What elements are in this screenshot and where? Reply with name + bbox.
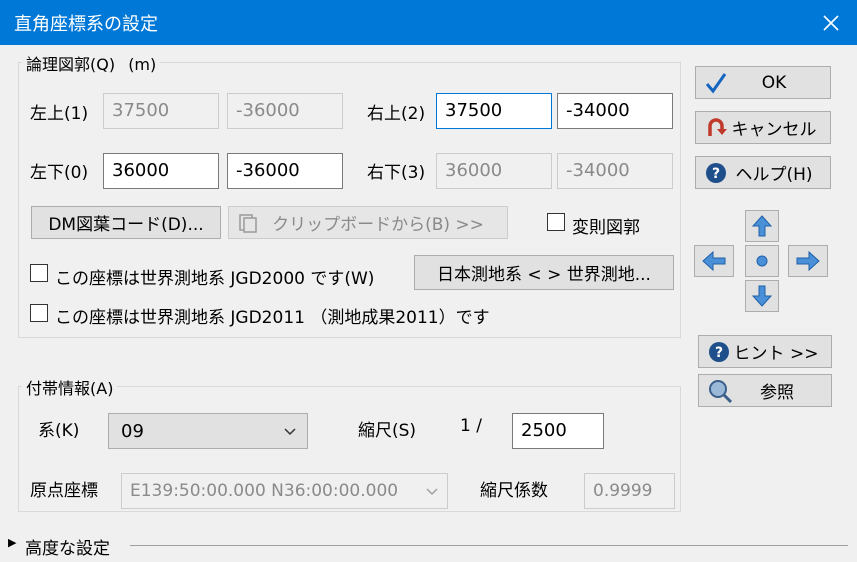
irregular-frame-label: 変則図郭 <box>572 218 640 238</box>
help-icon: ? <box>706 162 726 183</box>
jgd2000-checkbox[interactable] <box>30 264 48 282</box>
scale-factor-field[interactable]: 0.9999 <box>584 473 675 509</box>
hint-button[interactable]: ? ヒント >> <box>698 335 832 368</box>
irregular-frame-checkbox[interactable] <box>547 213 565 231</box>
origin-select-value: E139:50:00.000 N36:00:00.000 <box>130 481 399 501</box>
svg-text:?: ? <box>712 166 720 182</box>
cancel-button[interactable]: キャンセル <box>695 111 831 144</box>
clipboard-button-label: クリップボードから(B) >> <box>272 215 484 235</box>
close-icon[interactable] <box>815 7 847 39</box>
bottom-left-label: 左下(0) <box>30 163 89 183</box>
cancel-button-label: キャンセル <box>731 120 817 140</box>
chevron-down-icon <box>284 428 296 436</box>
expand-arrow-icon[interactable]: ▶ <box>8 536 16 549</box>
unit-label: (m) <box>128 55 157 74</box>
arrow-down-button[interactable] <box>745 280 779 312</box>
jgd2011-checkbox[interactable] <box>30 304 48 322</box>
advanced-settings-toggle[interactable]: 高度な設定 <box>25 534 110 559</box>
close-button[interactable] <box>815 7 847 39</box>
center-dot-icon <box>756 255 768 267</box>
help-button[interactable]: ? ヘルプ(H) <box>695 156 831 189</box>
logical-frame-title: 論理図郭(Q) <box>26 55 116 74</box>
scale-label: 縮尺(S) <box>358 421 417 441</box>
arrow-down-icon <box>752 285 772 307</box>
top-left-label: 左上(1) <box>30 104 89 124</box>
datum-convert-button[interactable]: 日本測地系 < > 世界測地... <box>414 255 674 290</box>
help-icon: ? <box>709 341 729 362</box>
undo-arrow-icon <box>708 117 727 136</box>
top-left-x-field[interactable]: 37500 <box>103 93 219 129</box>
scale-prefix: 1 / <box>460 416 482 436</box>
clipboard-icon <box>239 213 257 233</box>
top-right-label: 右上(2) <box>367 104 426 124</box>
hint-button-label: ヒント >> <box>733 344 819 364</box>
bottom-right-y-field[interactable]: -34000 <box>557 153 673 189</box>
arrow-up-button[interactable] <box>745 210 779 242</box>
ok-button[interactable]: OK <box>695 66 831 99</box>
top-left-y-field[interactable]: -36000 <box>227 93 343 129</box>
extra-info-legend: 付帯情報(A) <box>22 375 118 399</box>
scale-input[interactable]: 2500 <box>512 413 604 449</box>
system-select-value: 09 <box>121 420 144 442</box>
jgd2000-label: この座標は世界測地系 JGD2000 です(W) <box>55 269 375 289</box>
magnifier-icon <box>709 379 733 403</box>
arrow-right-button[interactable] <box>788 245 828 277</box>
chevron-down-icon <box>426 488 438 496</box>
top-right-x-field[interactable]: 37500 <box>436 93 552 129</box>
ok-button-label: OK <box>761 72 787 93</box>
center-button[interactable] <box>745 245 779 277</box>
reference-button-label: 参照 <box>760 383 794 403</box>
clipboard-button[interactable]: クリップボードから(B) >> <box>228 206 508 239</box>
help-button-label: ヘルプ(H) <box>735 165 813 185</box>
dm-code-button[interactable]: DM図葉コード(D)... <box>31 206 221 239</box>
top-right-y-field[interactable]: -34000 <box>557 93 673 129</box>
checkmark-icon <box>705 72 727 93</box>
bottom-left-x-field[interactable]: 36000 <box>103 153 219 189</box>
arrow-up-icon <box>752 215 772 237</box>
origin-label: 原点座標 <box>30 481 98 501</box>
arrow-left-icon <box>702 251 726 271</box>
system-select[interactable]: 09 <box>108 413 308 449</box>
window-title: 直角座標系の設定 <box>14 14 158 35</box>
arrow-right-icon <box>796 251 820 271</box>
bottom-left-y-field[interactable]: -36000 <box>227 153 343 189</box>
system-label: 系(K) <box>38 421 80 441</box>
scale-factor-label: 縮尺係数 <box>480 481 548 501</box>
bottom-right-x-field[interactable]: 36000 <box>436 153 552 189</box>
jgd2011-label: この座標は世界測地系 JGD2011 （測地成果2011）です <box>55 308 490 328</box>
svg-text:?: ? <box>715 345 723 361</box>
reference-button[interactable]: 参照 <box>698 374 832 407</box>
arrow-left-button[interactable] <box>694 245 734 277</box>
origin-select[interactable]: E139:50:00.000 N36:00:00.000 <box>121 473 448 509</box>
advanced-divider <box>130 545 848 546</box>
logical-frame-legend: 論理図郭(Q) (m) <box>22 51 161 75</box>
bottom-right-label: 右下(3) <box>367 163 426 183</box>
